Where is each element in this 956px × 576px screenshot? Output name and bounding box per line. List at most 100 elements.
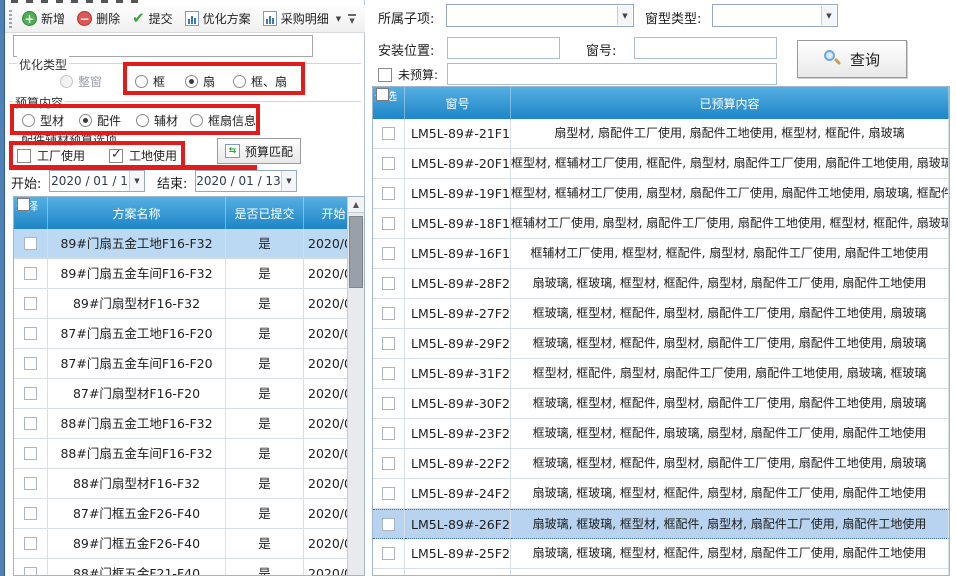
row-checkbox[interactable]	[24, 327, 37, 340]
table-row[interactable]: 87#门扇型材F16-F20 是 2020/0	[14, 379, 364, 409]
end-date-picker[interactable]: 2020 / 01 / 13 ▼	[195, 170, 297, 192]
radio-sash[interactable]: 扇	[185, 73, 215, 90]
purchase-detail-button[interactable]: 采购明细 ▼	[257, 7, 347, 30]
row-checkbox[interactable]	[24, 447, 37, 460]
table-row[interactable]: 87#门扇五金工地F16-F20 是 2020/0	[14, 319, 364, 349]
row-checkbox[interactable]	[24, 237, 37, 250]
toolbar-overflow-button[interactable]: ▼	[347, 14, 357, 24]
row-checkbox[interactable]	[382, 547, 395, 560]
search-input[interactable]	[13, 35, 313, 57]
site-use-checkbox[interactable]: 工地使用	[109, 147, 177, 164]
table-row[interactable]: LM5L-89#-27F25 框玻璃, 框型材, 框配件, 扇型材, 扇配件工厂…	[373, 299, 949, 329]
table-row[interactable]: LM5L-89#-29F27 框玻璃, 框型材, 框配件, 扇型材, 扇配件工厂…	[373, 329, 949, 359]
table-row[interactable]: LM5L-89#-21F19 扇型材, 扇配件工厂使用, 扇配件工地使用, 框型…	[373, 119, 949, 149]
row-checkbox[interactable]	[24, 297, 37, 310]
row-checkbox[interactable]	[382, 277, 395, 290]
radio-frame-sash-info[interactable]: 框扇信息	[190, 112, 256, 129]
factory-use-checkbox[interactable]: 工厂使用	[17, 147, 85, 164]
row-checkbox[interactable]	[382, 457, 395, 470]
scrollbar-thumb[interactable]	[349, 216, 363, 288]
table-row[interactable]: LM5L-89#-20F18 框型材, 框辅材工厂使用, 框配件, 扇型材, 扇…	[373, 149, 949, 179]
budgeted-content-cell: 框玻璃, 框型材, 框配件, 扇型材, 扇配件工厂使用, 扇配件工地使用, 扇玻…	[511, 299, 949, 329]
start-date-value: 2020 / 01 / 1	[50, 174, 129, 188]
table-row[interactable]: LM5L-89#-23F21 框玻璃, 框型材, 框配件, 扇玻璃, 扇型材, …	[373, 419, 949, 449]
radio-frame[interactable]: 框	[135, 73, 165, 90]
sub-item-select[interactable]: ▼	[446, 4, 634, 27]
window-no-input[interactable]	[634, 37, 777, 59]
table-row[interactable]: 87#门扇五金车间F16-F20 是 2020/0	[14, 349, 364, 379]
table-row[interactable]: LM5L-89#-30F28 框玻璃, 框型材, 框配件, 扇型材, 扇配件工厂…	[373, 389, 949, 419]
table-row[interactable]: 89#门扇五金工地F16-F32 是 2020/0	[14, 229, 364, 259]
row-checkbox[interactable]	[382, 307, 395, 320]
toolbar-grip[interactable]	[9, 10, 12, 28]
chevron-down-icon[interactable]: ▼	[281, 171, 296, 191]
table-row[interactable]: LM5L-89#-24F22 扇玻璃, 框玻璃, 框型材, 框配件, 扇型材, …	[373, 479, 949, 509]
plan-name-cell: 89#门扇型材F16-F32	[48, 289, 226, 319]
table-row[interactable]: LM5L-89#-31F29 框型材, 框配件, 扇型材, 扇配件工厂使用, 扇…	[373, 359, 949, 389]
row-checkbox[interactable]	[24, 477, 37, 490]
no-budget-input[interactable]	[447, 63, 777, 85]
row-checkbox[interactable]	[382, 397, 395, 410]
row-checkbox[interactable]	[382, 518, 395, 531]
radio-accessory[interactable]: 配件	[79, 112, 121, 129]
chevron-down-icon[interactable]: ▼	[617, 6, 632, 25]
table-row[interactable]: LM5L-89#-22F20 框玻璃, 框型材, 框配件, 扇型材, 扇配件工厂…	[373, 449, 949, 479]
window-type-select[interactable]: ▼	[712, 4, 838, 27]
table-row[interactable]: LM5L-89#-26F24 扇玻璃, 框玻璃, 框型材, 框配件, 扇型材, …	[373, 509, 949, 539]
optimize-plan-button[interactable]: 优化方案	[179, 7, 257, 30]
row-checkbox[interactable]	[24, 567, 37, 576]
row-checkbox[interactable]	[24, 387, 37, 400]
row-checkbox[interactable]	[382, 337, 395, 350]
plan-table-scrollbar[interactable]: ▲	[347, 197, 364, 575]
table-row[interactable]: 89#门框五金F26-F40 是 2020/0	[14, 529, 364, 559]
budget-match-button[interactable]: ⇆ 预算匹配	[217, 138, 301, 164]
row-checkbox[interactable]	[382, 427, 395, 440]
row-checkbox[interactable]	[382, 487, 395, 500]
row-checkbox[interactable]	[24, 417, 37, 430]
table-row[interactable]: 88#门框五金F21-F40 是 2020/0	[14, 559, 364, 576]
row-checkbox[interactable]	[382, 247, 395, 260]
table-row[interactable]: 89#门扇五金车间F16-F32 是 2020/0	[14, 259, 364, 289]
row-checkbox[interactable]	[24, 357, 37, 370]
table-row[interactable]: 89#门扇型材F16-F32 是 2020/0	[14, 289, 364, 319]
table-row[interactable]: 88#门扇五金工地F16-F32 是 2020/0	[14, 409, 364, 439]
table-row[interactable]: LM5L-89#-18F16 框辅材工厂使用, 扇型材, 扇配件工厂使用, 扇配…	[373, 209, 949, 239]
budgeted-content-cell: 框型材, 框配件, 扇型材, 扇配件工厂使用, 扇配件工地使用, 扇玻璃, 框玻…	[511, 359, 949, 389]
table-row[interactable]: LM5L-89#-25F23 扇玻璃, 框玻璃, 框型材, 框配件, 扇型材, …	[373, 539, 949, 569]
row-checkbox[interactable]	[382, 127, 395, 140]
row-checkbox[interactable]	[24, 507, 37, 520]
submit-button[interactable]: ✔ 提交	[126, 7, 179, 30]
install-pos-input[interactable]	[447, 37, 560, 59]
add-button[interactable]: + 新增	[16, 7, 71, 30]
window-no-cell: LM5L-89#-27F25	[405, 299, 511, 329]
window-no-cell: LM5L-89#-19F17	[405, 179, 511, 209]
delete-button[interactable]: − 删除	[71, 7, 126, 30]
row-checkbox[interactable]	[24, 537, 37, 550]
row-checkbox[interactable]	[382, 217, 395, 230]
radio-whole-window[interactable]: 整窗	[60, 73, 102, 90]
table-row[interactable]: 87#门框五金F26-F40 是 2020/0	[14, 499, 364, 529]
row-checkbox[interactable]	[382, 187, 395, 200]
row-checkbox[interactable]	[24, 267, 37, 280]
start-date-picker[interactable]: 2020 / 01 / 1 ▼	[49, 170, 145, 192]
chevron-down-icon[interactable]: ▼	[336, 15, 341, 23]
radio-frame-sash[interactable]: 框、扇	[233, 73, 287, 90]
table-row[interactable]: 88#门扇五金车间F16-F32 是 2020/0	[14, 439, 364, 469]
query-button[interactable]: 查询	[797, 40, 907, 78]
table-row[interactable]: 88#门扇型材F16-F32 是 2020/0	[14, 469, 364, 499]
row-checkbox[interactable]	[382, 367, 395, 380]
table-row[interactable]: LM5L-89#-16F15 框辅材工厂使用, 框型材, 框配件, 扇型材, 扇…	[373, 239, 949, 269]
radio-auxiliary[interactable]: 辅材	[136, 112, 178, 129]
table-row[interactable]: LM5L-89#-28F26 扇玻璃, 框玻璃, 框型材, 框配件, 扇型材, …	[373, 269, 949, 299]
chevron-down-icon[interactable]: ▼	[821, 6, 836, 25]
table-row[interactable]: LM5L-89#-19F17 框型材, 框辅材工厂使用, 扇型材, 扇配件工厂使…	[373, 179, 949, 209]
scroll-up-icon[interactable]: ▲	[348, 197, 364, 213]
select-all-checkbox[interactable]	[17, 198, 30, 211]
radio-profile[interactable]: 型材	[22, 112, 64, 129]
select-all-checkbox[interactable]	[376, 88, 389, 101]
chevron-down-icon[interactable]: ▼	[129, 171, 144, 191]
header-plan-name: 方案名称	[48, 197, 226, 229]
no-budget-checkbox[interactable]: 未预算:	[378, 66, 438, 83]
window-no-cell: LM5L-89#-30F28	[405, 389, 511, 419]
row-checkbox[interactable]	[382, 157, 395, 170]
